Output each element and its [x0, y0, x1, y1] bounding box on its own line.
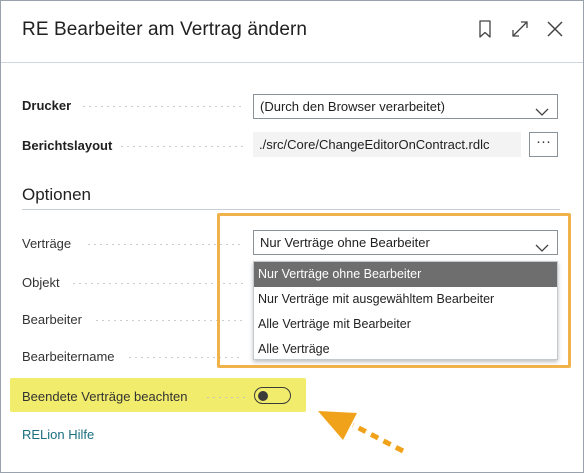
beendete-toggle[interactable] [254, 387, 291, 404]
dialog-title: RE Bearbeiter am Vertrag ändern [22, 19, 308, 40]
relion-help-link[interactable]: RELion Hilfe [22, 427, 94, 442]
layout-lookup-button[interactable]: ··· [529, 132, 558, 157]
leader-dots [119, 146, 243, 147]
objekt-label: Objekt [22, 275, 60, 290]
drucker-value: (Durch den Browser verarbeitet) [260, 99, 445, 114]
expand-icon[interactable] [510, 19, 530, 39]
beendete-label: Beendete Verträge beachten [22, 389, 188, 404]
berichtslayout-field[interactable]: ./src/Core/ChangeEditorOnContract.rdlc [253, 132, 521, 157]
leader-dots [81, 106, 243, 107]
header-separator [1, 62, 583, 63]
leader-dots [205, 397, 247, 398]
chevron-down-icon [535, 101, 549, 118]
pointer-arrow-icon [313, 403, 413, 468]
close-icon[interactable] [545, 19, 565, 39]
vertraege-label: Verträge [22, 236, 72, 251]
drucker-select[interactable]: (Durch den Browser verarbeitet) [253, 94, 558, 119]
bearbeiter-label: Bearbeiter [22, 312, 82, 327]
berichtslayout-label: Berichtslayout [22, 138, 113, 153]
bookmark-icon[interactable] [475, 19, 495, 39]
report-dialog: RE Bearbeiter am Vertrag ändern Drucker … [0, 0, 584, 473]
bearbeitername-label: Bearbeitername [22, 349, 115, 364]
drucker-label: Drucker [22, 98, 72, 113]
section-heading-optionen: Optionen [22, 185, 91, 204]
highlight-frame [217, 213, 571, 368]
toggle-knob [258, 390, 268, 401]
section-underline [22, 209, 560, 210]
